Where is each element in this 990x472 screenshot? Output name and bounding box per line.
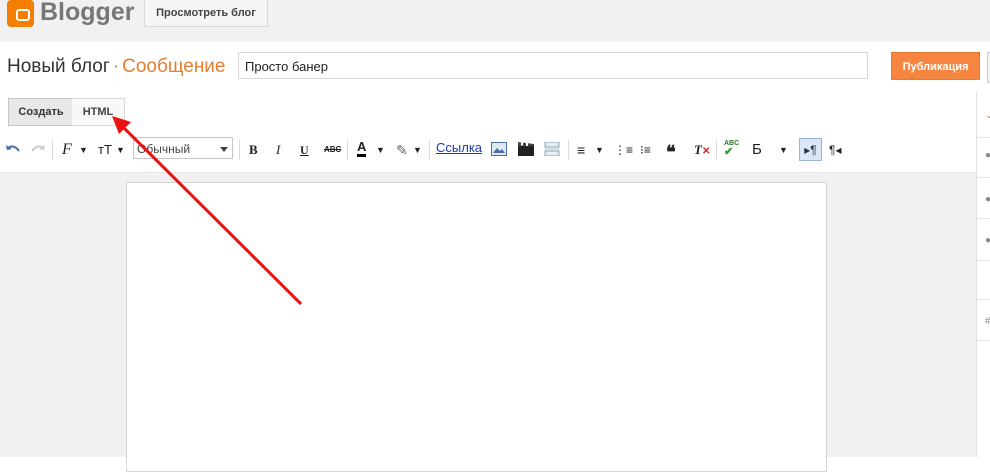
panel-divider — [977, 137, 990, 138]
undo-icon[interactable] — [5, 143, 21, 155]
highlight-arrow-icon[interactable]: ▼ — [413, 140, 422, 160]
blogger-logo-icon[interactable] — [7, 0, 34, 27]
toolbar-divider — [568, 140, 569, 160]
label-icon[interactable]: ● — [985, 151, 990, 161]
redo-icon[interactable] — [30, 143, 46, 155]
post-settings-panel: ⌄ ● ● ● # — [976, 92, 990, 457]
image-icon[interactable] — [491, 142, 507, 156]
editor-area — [0, 173, 976, 472]
top-bar: Blogger Просмотреть блог — [0, 0, 990, 42]
video-icon[interactable] — [518, 142, 534, 156]
spellcheck-icon[interactable]: ABC ✔ — [724, 140, 739, 160]
tab-html[interactable]: HTML — [72, 98, 125, 126]
text-color-arrow-icon[interactable]: ▼ — [376, 140, 385, 160]
align-arrow-icon[interactable]: ▼ — [595, 140, 604, 160]
editor-toolbar: F ▼ тТ ▼ Обычный B I U ABC A ▼ ✎ ▼ Ссылк… — [0, 128, 976, 173]
panel-divider — [977, 177, 990, 178]
quote-icon[interactable]: ❝ — [666, 140, 676, 162]
underline-button[interactable]: U — [300, 140, 309, 160]
jump-break-icon[interactable] — [544, 142, 560, 156]
ltr-icon[interactable]: ▸¶ — [799, 138, 822, 161]
text-color-button[interactable]: A — [357, 140, 367, 157]
font-size-button[interactable]: тТ — [98, 140, 112, 160]
toolbar-divider — [716, 140, 717, 160]
panel-divider — [977, 340, 990, 341]
settings-icon[interactable]: ⌄ — [985, 111, 990, 121]
toolbar-divider — [52, 140, 53, 160]
toolbar-divider — [429, 140, 430, 160]
section-name: Сообщение — [122, 56, 226, 77]
italic-button[interactable]: I — [276, 140, 280, 160]
mode-tabs: Создать HTML — [0, 92, 976, 128]
panel-divider — [977, 218, 990, 219]
bold-button[interactable]: B — [249, 140, 258, 160]
breadcrumb-separator: · — [112, 56, 120, 77]
post-body-editor[interactable] — [126, 182, 827, 472]
strikethrough-button[interactable]: ABC — [324, 140, 341, 160]
toolbar-divider — [239, 140, 240, 160]
align-icon[interactable]: ≡ — [577, 140, 585, 160]
title-bar: Новый блог · Сообщение Просто банер Публик… — [0, 42, 990, 93]
blog-name[interactable]: Новый блог — [7, 56, 110, 77]
rtl-icon[interactable]: ¶◂ — [829, 140, 841, 160]
toolbar-divider — [347, 140, 348, 160]
view-blog-button[interactable]: Просмотреть блог — [144, 0, 268, 27]
font-family-button[interactable]: F — [62, 140, 72, 160]
panel-divider — [977, 299, 990, 300]
publish-button[interactable]: Публикация — [891, 52, 980, 80]
language-button[interactable]: Б — [752, 140, 762, 160]
options-icon[interactable]: # — [985, 317, 990, 327]
language-arrow-icon[interactable]: ▼ — [779, 140, 788, 160]
schedule-icon[interactable]: ● — [985, 195, 990, 205]
post-title-input[interactable]: Просто банер — [238, 52, 868, 79]
link-icon[interactable]: ● — [985, 236, 990, 246]
size-dropdown-arrow-icon[interactable]: ▼ — [116, 140, 125, 160]
font-dropdown-arrow-icon[interactable]: ▼ — [79, 140, 88, 160]
brand-name[interactable]: Blogger — [40, 0, 134, 27]
highlight-icon[interactable]: ✎ — [396, 140, 408, 160]
bullet-list-icon[interactable]: ⁝≡ — [640, 140, 651, 160]
format-select[interactable]: Обычный — [133, 137, 233, 159]
clear-format-icon[interactable]: T✕ — [694, 140, 710, 160]
breadcrumb: Новый блог · Сообщение — [7, 56, 226, 78]
tab-compose[interactable]: Создать — [8, 98, 74, 126]
panel-divider — [977, 260, 990, 261]
numbered-list-icon[interactable]: ⋮≡ — [614, 140, 633, 160]
link-button[interactable]: Ссылка — [436, 140, 482, 155]
